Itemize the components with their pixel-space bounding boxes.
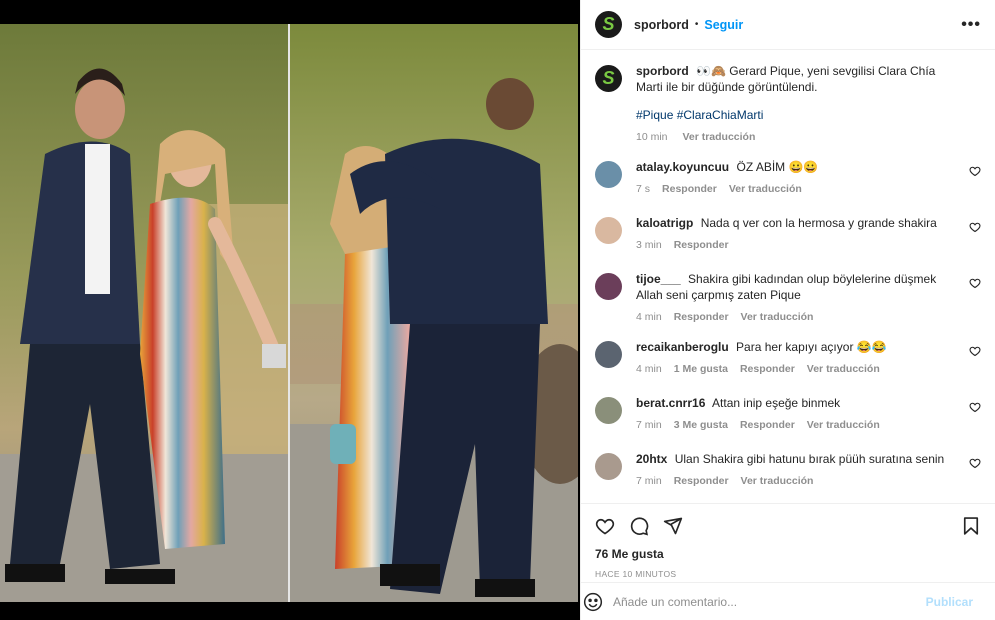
commenter-avatar[interactable]	[595, 453, 622, 480]
reply-link[interactable]: Responder	[662, 183, 717, 195]
comment-like-heart-icon[interactable]	[969, 345, 981, 357]
comment-text: Attan inip eşeğe binmek	[712, 396, 841, 410]
commenter-username[interactable]: berat.cnrr16	[636, 396, 705, 410]
comment-meta: 4 min Responder Ver traducción	[636, 309, 959, 325]
comment-likes[interactable]: 1 Me gusta	[674, 363, 728, 375]
translate-link[interactable]: Ver traducción	[741, 311, 814, 323]
comment-time: 4 min	[636, 363, 662, 375]
account-avatar[interactable]: S	[595, 11, 622, 38]
action-icon-bar	[595, 516, 981, 536]
post-photo[interactable]	[0, 24, 578, 602]
comment-time: 7 min	[636, 419, 662, 431]
comment-like-heart-icon[interactable]	[969, 165, 981, 177]
comment-meta: 7 min Responder Ver traducción	[636, 473, 959, 489]
comment-item: atalay.koyuncuu ÖZ ABİM 😀😀 7 s Responder V…	[595, 159, 981, 201]
comment-meta: 7 min 3 Me gusta Responder Ver traducción	[636, 417, 959, 433]
caption-avatar[interactable]: S	[595, 65, 622, 92]
photo-left-half	[0, 24, 288, 602]
logo-letter: S	[602, 14, 615, 34]
reply-link[interactable]: Responder	[674, 239, 729, 251]
commenter-avatar[interactable]	[595, 217, 622, 244]
comment-meta: 7 s Responder Ver traducción	[636, 181, 959, 197]
translate-link[interactable]: Ver traducción	[741, 475, 814, 487]
caption-time: 10 min	[636, 131, 668, 143]
comment-text: Shakira gibi kadından olup böylelerine d…	[636, 272, 937, 302]
caption-hashtags[interactable]: #Pique #ClaraChiaMarti	[636, 107, 959, 123]
comment-meta: 3 min Responder	[636, 237, 959, 253]
comment-time: 4 min	[636, 311, 662, 323]
comment-item: recaikanberoglu Para her kapıyı açıyor 😂…	[595, 339, 981, 381]
instagram-post-modal: S sporbord • Seguir ••• S sporbord 👀🙈 Ge…	[0, 0, 995, 620]
comment-item: berat.cnrr16 Attan inip eşeğe binmek 7 m…	[595, 395, 981, 437]
comment-like-heart-icon[interactable]	[969, 457, 981, 469]
post-actions: 76 Me gusta HACE 10 MINUTOS	[581, 503, 995, 583]
commenter-username[interactable]: tijoe___	[636, 272, 681, 286]
reply-link[interactable]: Responder	[674, 475, 729, 487]
translate-link[interactable]: Ver traducción	[807, 363, 880, 375]
comment-like-heart-icon[interactable]	[969, 401, 981, 413]
reply-link[interactable]: Responder	[740, 363, 795, 375]
comment-text: Ulan Shakira gibi hatunu bırak püüh sura…	[674, 452, 945, 466]
separator-dot: •	[694, 19, 699, 30]
translate-link[interactable]: Ver traducción	[807, 419, 880, 431]
caption-translate-link[interactable]: Ver traducción	[682, 131, 755, 143]
bookmark-icon[interactable]	[961, 516, 981, 536]
caption-meta: 10 min Ver traducción	[636, 129, 959, 145]
add-comment-bar: Publicar	[581, 582, 995, 620]
commenter-avatar[interactable]	[595, 397, 622, 424]
likes-count[interactable]: 76 Me gusta	[595, 547, 981, 561]
post-side-panel: S sporbord • Seguir ••• S sporbord 👀🙈 Ge…	[580, 0, 995, 620]
photo-panel	[0, 0, 580, 620]
comment-text: Nada q ver con la hermosa y grande shaki…	[700, 216, 937, 230]
comment-item: tijoe___ Shakira gibi kadından olup böyl…	[595, 271, 981, 325]
post-header: S sporbord • Seguir •••	[581, 0, 995, 50]
comment-item: kaloatrigp Nada q ver con la hermosa y g…	[595, 215, 981, 257]
comment-time: 7 s	[636, 183, 651, 195]
comments-list[interactable]: S sporbord 👀🙈 Gerard Pique, yeni sevgili…	[581, 51, 995, 501]
header-username[interactable]: sporbord	[634, 18, 689, 32]
comment-icon[interactable]	[629, 516, 649, 536]
commenter-avatar[interactable]	[595, 341, 622, 368]
comment-text: Para her kapıyı açıyor 😂😂	[736, 340, 887, 354]
more-options-icon[interactable]: •••	[961, 16, 981, 34]
comment-like-heart-icon[interactable]	[969, 277, 981, 289]
commenter-username[interactable]: kaloatrigp	[636, 216, 693, 230]
post-caption: S sporbord 👀🙈 Gerard Pique, yeni sevgili…	[595, 63, 981, 145]
photo-right-half	[290, 24, 578, 602]
emoji-icon[interactable]	[583, 592, 603, 612]
comment-item: 20htx Ulan Shakira gibi hatunu bırak püü…	[595, 451, 981, 493]
commenter-username[interactable]: 20htx	[636, 452, 667, 466]
heart-icon[interactable]	[595, 516, 615, 536]
commenter-username[interactable]: recaikanberoglu	[636, 340, 729, 354]
reply-link[interactable]: Responder	[674, 311, 729, 323]
caption-username[interactable]: sporbord	[636, 64, 689, 78]
comment-time: 7 min	[636, 475, 662, 487]
comment-input[interactable]	[613, 594, 926, 609]
comment-time: 3 min	[636, 239, 662, 251]
comment-text: ÖZ ABİM 😀😀	[736, 160, 819, 174]
caption-emoji: 👀🙈	[696, 64, 726, 78]
comment-likes[interactable]: 3 Me gusta	[674, 419, 728, 431]
commenter-avatar[interactable]	[595, 161, 622, 188]
commenter-avatar[interactable]	[595, 273, 622, 300]
translate-link[interactable]: Ver traducción	[729, 183, 802, 195]
follow-button[interactable]: Seguir	[704, 18, 743, 32]
commenter-username[interactable]: atalay.koyuncuu	[636, 160, 729, 174]
comment-meta: 4 min 1 Me gusta Responder Ver traducción	[636, 361, 959, 377]
reply-link[interactable]: Responder	[740, 419, 795, 431]
publish-button[interactable]: Publicar	[926, 595, 973, 609]
comment-like-heart-icon[interactable]	[969, 221, 981, 233]
post-timestamp: HACE 10 MINUTOS	[595, 569, 677, 579]
share-icon[interactable]	[663, 516, 683, 536]
